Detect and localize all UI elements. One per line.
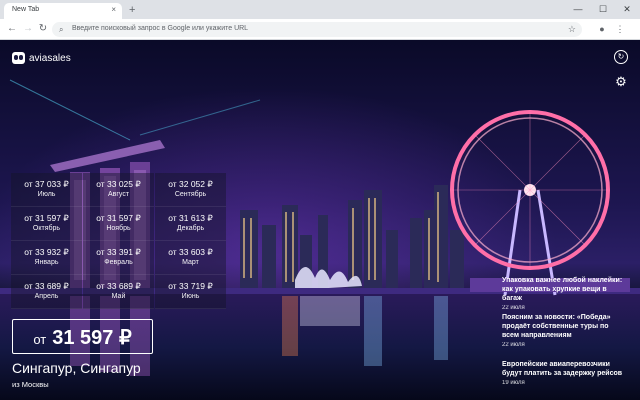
tab-strip: New Tab × + — ☐ ✕ bbox=[0, 0, 640, 19]
tab-new-tab[interactable]: New Tab × bbox=[4, 3, 122, 19]
price-cell-february[interactable]: от 33 391 ₽ Февраль bbox=[83, 241, 154, 275]
month-label: Январь bbox=[34, 259, 59, 266]
price-cell-january[interactable]: от 33 932 ₽ Январь bbox=[11, 241, 82, 275]
origin-city: из Москвы bbox=[12, 380, 49, 389]
address-bar[interactable]: ⌕ Введите поисковый запрос в Google или … bbox=[52, 22, 582, 37]
price-value: от 33 025 ₽ bbox=[96, 179, 141, 189]
more-vert-icon[interactable]: ⋮ bbox=[614, 23, 626, 35]
star-icon[interactable]: ☆ bbox=[568, 23, 576, 35]
reload-icon[interactable]: ↻ bbox=[37, 23, 49, 35]
brand-name: aviasales bbox=[29, 52, 71, 64]
browser-toolbar: ← → ↻ ⌕ Введите поисковый запрос в Googl… bbox=[0, 19, 640, 40]
month-label: Октябрь bbox=[32, 225, 61, 232]
best-price-value: 31 597 ₽ bbox=[52, 327, 132, 349]
month-label: Август bbox=[107, 191, 130, 198]
new-tab-page: aviasales ↻ ⚙ от 37 033 ₽ Июль от 33 025 … bbox=[0, 40, 640, 400]
month-label: Март bbox=[182, 259, 199, 266]
destination-title[interactable]: Сингапур, Сингапур bbox=[12, 360, 141, 376]
window-close-button[interactable]: ✕ bbox=[615, 2, 639, 16]
price-cell-november[interactable]: от 31 597 ₽ Ноябрь bbox=[83, 207, 154, 241]
price-cell-march[interactable]: от 33 603 ₽ Март bbox=[155, 241, 226, 275]
price-value: от 33 603 ₽ bbox=[168, 247, 213, 257]
new-tab-button[interactable]: + bbox=[129, 4, 135, 16]
news-date: 19 июля bbox=[502, 380, 525, 386]
price-calendar: от 37 033 ₽ Июль от 33 025 ₽ Август от 32 … bbox=[11, 173, 226, 309]
refresh-background-icon[interactable]: ↻ bbox=[614, 50, 628, 64]
price-value: от 32 052 ₽ bbox=[168, 179, 213, 189]
back-arrow-icon[interactable]: ← bbox=[6, 23, 18, 35]
gear-icon[interactable]: ⚙ bbox=[614, 75, 628, 89]
forward-arrow-icon[interactable]: → bbox=[22, 23, 34, 35]
month-label: Сентябрь bbox=[174, 191, 207, 198]
price-value: от 33 719 ₽ bbox=[168, 281, 213, 291]
news-title: Упаковка важнее любой наклейки: как упак… bbox=[502, 277, 623, 302]
tab-title: New Tab bbox=[12, 6, 40, 13]
price-cell-may[interactable]: от 33 689 ₽ Май bbox=[83, 275, 154, 309]
price-value: от 31 597 ₽ bbox=[24, 213, 69, 223]
price-cell-june[interactable]: от 33 719 ₽ Июнь bbox=[155, 275, 226, 309]
best-price-button[interactable]: от 31 597 ₽ bbox=[12, 319, 153, 354]
price-value: от 33 689 ₽ bbox=[24, 281, 69, 291]
month-label: Декабрь bbox=[176, 225, 205, 232]
news-item[interactable]: Упаковка важнее любой наклейки: как упак… bbox=[502, 276, 624, 313]
price-value: от 31 613 ₽ bbox=[168, 213, 213, 223]
price-value: от 33 689 ₽ bbox=[96, 281, 141, 291]
price-value: от 31 597 ₽ bbox=[96, 213, 141, 223]
aviasales-logo[interactable]: aviasales bbox=[12, 51, 71, 65]
close-icon[interactable]: × bbox=[111, 5, 116, 15]
price-cell-december[interactable]: от 31 613 ₽ Декабрь bbox=[155, 207, 226, 241]
search-icon: ⌕ bbox=[59, 25, 64, 34]
news-item[interactable]: Поясним за новости: «Победа» продаёт соб… bbox=[502, 313, 624, 350]
price-cell-october[interactable]: от 31 597 ₽ Октябрь bbox=[11, 207, 82, 241]
month-label: Ноябрь bbox=[106, 225, 131, 232]
month-label: Февраль bbox=[104, 259, 133, 266]
news-title: Европейские авиаперевозчики будут платит… bbox=[502, 361, 623, 377]
month-label: Апрель bbox=[34, 293, 59, 300]
price-cell-april[interactable]: от 33 689 ₽ Апрель bbox=[11, 275, 82, 309]
minimize-button[interactable]: — bbox=[566, 2, 590, 16]
price-value: от 33 932 ₽ bbox=[24, 247, 69, 257]
month-label: Июль bbox=[37, 191, 56, 198]
address-placeholder: Введите поисковый запрос в Google или ук… bbox=[72, 25, 249, 32]
price-value: от 33 391 ₽ bbox=[96, 247, 141, 257]
best-price-prefix: от bbox=[33, 332, 47, 347]
news-date: 22 июля bbox=[502, 305, 525, 311]
profile-icon[interactable]: ● bbox=[596, 23, 608, 35]
aviasales-logo-icon bbox=[12, 52, 25, 64]
price-value: от 37 033 ₽ bbox=[24, 179, 69, 189]
news-title: Поясним за новости: «Победа» продаёт соб… bbox=[502, 314, 611, 339]
news-item[interactable]: Европейские авиаперевозчики будут платит… bbox=[502, 360, 624, 388]
month-label: Май bbox=[111, 293, 126, 300]
price-cell-july[interactable]: от 37 033 ₽ Июль bbox=[11, 173, 82, 207]
price-cell-september[interactable]: от 32 052 ₽ Сентябрь bbox=[155, 173, 226, 207]
price-cell-august[interactable]: от 33 025 ₽ Август bbox=[83, 173, 154, 207]
maximize-button[interactable]: ☐ bbox=[591, 2, 615, 16]
month-label: Июнь bbox=[181, 293, 200, 300]
news-date: 22 июля bbox=[502, 342, 525, 348]
